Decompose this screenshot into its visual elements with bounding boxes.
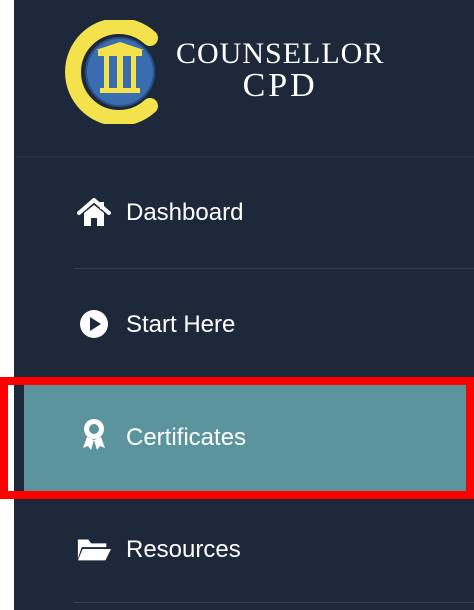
nav-divider: [74, 268, 474, 269]
home-icon: [76, 198, 112, 228]
brand-line-2: CPD: [242, 67, 318, 104]
folder-open-icon: [76, 534, 112, 564]
brand-name: COUNSELLOR CPD: [176, 37, 385, 104]
nav-label-resources: Resources: [126, 536, 241, 563]
nav-item-start-here[interactable]: Start Here: [14, 307, 474, 343]
sidebar: COUNSELLOR CPD Dashboard Start Here Cert…: [14, 0, 474, 610]
nav-item-dashboard[interactable]: Dashboard: [14, 196, 474, 232]
counsellor-cpd-logo: [65, 20, 158, 124]
brand-header[interactable]: COUNSELLOR CPD: [14, 0, 474, 157]
nav-label-start-here: Start Here: [126, 311, 236, 338]
brand-line-1: COUNSELLOR: [176, 37, 385, 70]
nav-label-dashboard: Dashboard: [126, 199, 244, 226]
nav-divider: [74, 602, 474, 603]
highlight-box: [0, 377, 474, 499]
nav-item-resources[interactable]: Resources: [14, 532, 474, 568]
play-circle-icon: [76, 309, 112, 339]
